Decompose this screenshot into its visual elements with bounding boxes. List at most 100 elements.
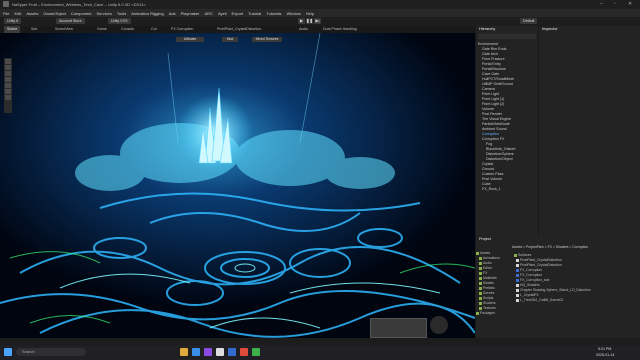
file-explorer-icon[interactable]	[180, 348, 188, 356]
minimize-icon[interactable]: –	[600, 1, 603, 7]
hand-tool-icon[interactable]	[5, 59, 11, 64]
tab-crystal-distortion[interactable]: PixelPlant_CrystalDistortion	[214, 26, 264, 33]
close-icon[interactable]: ✕	[628, 1, 632, 7]
menu-export[interactable]: Export	[232, 11, 244, 16]
vscode-icon[interactable]	[228, 348, 236, 356]
tab-cut[interactable]: Cut	[148, 26, 160, 33]
inspector-panel: Inspector	[539, 26, 640, 236]
file-item[interactable]: PixelPlant_CrystalDistortion	[516, 258, 562, 262]
hierarchy-title: Hierarchy	[479, 27, 496, 31]
tab-game[interactable]: Game	[94, 26, 110, 33]
menu-services[interactable]: Services	[97, 11, 112, 16]
file-item[interactable]: FX_Corruption	[516, 268, 542, 272]
app-icon[interactable]	[204, 348, 212, 356]
file-item[interactable]: HQ_Shaders	[516, 283, 540, 287]
tree-folder[interactable]: Assets	[476, 251, 490, 255]
tree-folder[interactable]: Materials	[479, 276, 497, 280]
menu-animation-rigging[interactable]: Animation Rigging	[131, 11, 163, 16]
scene-render	[0, 33, 475, 338]
menu-edit[interactable]: Edit	[14, 11, 21, 16]
menu-window[interactable]: Window	[287, 11, 301, 16]
scale-tool-icon[interactable]	[5, 77, 11, 82]
layout-dropdown[interactable]: Default	[520, 18, 538, 24]
file-item[interactable]: L_CrystalFX	[516, 293, 539, 297]
inspector-title: Inspector	[542, 27, 558, 31]
pause-button[interactable]: ❚❚	[306, 18, 313, 24]
camera-preview	[370, 318, 427, 338]
menu-tutorials[interactable]: Tutorials	[266, 11, 281, 16]
scene-viewport[interactable]: Ultimate Mod Mixed Textures	[0, 33, 475, 338]
project-breadcrumb[interactable]: Assets > ProjectFiles > FX > Shaders > C…	[512, 245, 588, 249]
menu-arc[interactable]: ARC	[204, 11, 212, 16]
tab-sceneview[interactable]: SceneView	[52, 26, 76, 33]
menu-component[interactable]: Component	[71, 11, 92, 16]
file-item[interactable]: Surfaces	[514, 253, 531, 257]
taskbar-search[interactable]: Search	[16, 348, 86, 356]
tree-folder[interactable]: FX	[479, 271, 487, 275]
overlay-mixed[interactable]: Mixed Textures	[252, 37, 282, 42]
window-title: NaSyper Fruit – Environment_Wireless_Tec…	[12, 2, 146, 7]
tab-fx-corruption[interactable]: FX Corruption	[168, 26, 196, 33]
menu-ads[interactable]: Ads	[169, 11, 176, 16]
project-tree: Assets Animations Audio Editor FX Materi…	[476, 251, 510, 338]
tree-folder[interactable]: Audio	[479, 261, 492, 265]
account-button[interactable]: Unity 6	[4, 18, 22, 24]
rect-tool-icon[interactable]	[5, 83, 11, 88]
unity-logo-icon	[3, 1, 9, 7]
app-icon[interactable]	[252, 348, 260, 356]
hierarchy-panel: Hierarchy Environment Gate Rim Ends Gate…	[476, 26, 538, 236]
file-item[interactable]: FX_Corruption	[516, 273, 542, 277]
windows-start-icon[interactable]	[4, 348, 12, 356]
overlay-ultimate[interactable]: Ultimate	[176, 37, 204, 42]
project-files: Surfaces PixelPlant_CrystalDistortion Pi…	[512, 253, 638, 337]
rotate-tool-icon[interactable]	[5, 71, 11, 76]
file-item[interactable]: FX_Corruption_sub	[516, 278, 549, 282]
menu-file[interactable]: File	[3, 11, 9, 16]
menu-assets[interactable]: Assets	[26, 11, 38, 16]
overlay-mod[interactable]: Mod	[222, 37, 238, 42]
taskbar: Search 5:21 PM 2025-01-14	[0, 345, 640, 360]
menu-playmaker[interactable]: Playmaker	[181, 11, 200, 16]
tab-audio[interactable]: Audio	[296, 26, 311, 33]
tree-folder[interactable]: Packages	[476, 311, 495, 315]
title-bar: NaSyper Fruit – Environment_Wireless_Tec…	[0, 0, 640, 9]
menu-help[interactable]: Help	[306, 11, 314, 16]
version-control-button[interactable]: Unity VCS	[108, 18, 131, 24]
tree-folder[interactable]: Animations	[479, 256, 500, 260]
file-item[interactable]: Chapter Shading Sphere_Stand_LO_Distorti…	[516, 288, 591, 292]
tree-folder[interactable]: Shaders	[479, 301, 496, 305]
tab-dual-phase[interactable]: Dual Phase Handling	[320, 26, 360, 33]
menu-ayell[interactable]: Ayell	[218, 11, 227, 16]
clock-date: 2025-01-14	[596, 353, 615, 357]
project-title: Project	[479, 237, 491, 241]
move-tool-icon[interactable]	[5, 65, 11, 70]
unity-icon[interactable]	[216, 348, 224, 356]
scene-tabstrip: Scene Sub SceneView Game Console Cut FX …	[0, 26, 475, 33]
app-icon[interactable]	[240, 348, 248, 356]
play-button[interactable]: ▶	[298, 18, 305, 24]
tree-folder[interactable]: Textures	[479, 306, 496, 310]
custom-tool-icon[interactable]	[5, 95, 11, 100]
file-item[interactable]: PixelPlant_CrystalDistortion	[516, 263, 562, 267]
menu-tutorial[interactable]: Tutorial	[248, 11, 261, 16]
tab-scene[interactable]: Scene	[4, 26, 21, 33]
hierarchy-search[interactable]	[478, 34, 536, 39]
tree-folder[interactable]: Scripts	[479, 296, 493, 300]
tree-folder[interactable]: Prefabs	[479, 286, 495, 290]
asset-store-button[interactable]: Account Store	[56, 18, 85, 24]
hier-item[interactable]: FX_Rock_1	[482, 187, 501, 192]
scene-gizmo-icon[interactable]	[430, 316, 448, 334]
tab-console[interactable]: Console	[118, 26, 137, 33]
menu-tools[interactable]: Tools	[117, 11, 126, 16]
transform-tool-icon[interactable]	[5, 89, 11, 94]
browser-icon[interactable]	[192, 348, 200, 356]
maximize-icon[interactable]: ▫	[614, 1, 616, 7]
menu-gameobject[interactable]: GameObject	[43, 11, 65, 16]
step-button[interactable]: ▶|	[314, 18, 321, 24]
tree-folder[interactable]: Models	[479, 281, 494, 285]
tree-folder[interactable]: Editor	[479, 266, 492, 270]
menu-bar: File Edit Assets GameObject Component Se…	[0, 9, 640, 17]
tree-folder[interactable]: Scenes	[479, 291, 494, 295]
tab-sub[interactable]: Sub	[28, 26, 40, 33]
file-item[interactable]: L_TreeOBJ_Outlift_Scene02	[516, 298, 563, 302]
